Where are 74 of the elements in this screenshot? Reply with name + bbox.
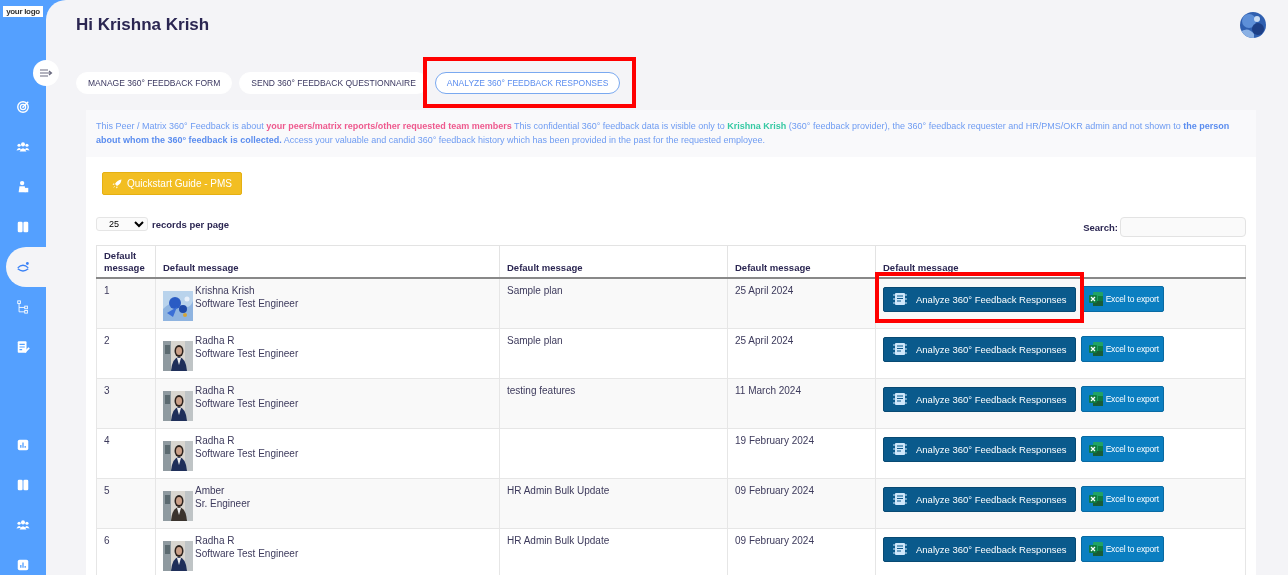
spreadsheet-icon xyxy=(1087,491,1104,507)
employee-name: Radha R xyxy=(195,335,236,348)
report-icon xyxy=(892,541,908,557)
rocket-icon xyxy=(112,178,122,189)
employee-name: Krishna Krish xyxy=(195,285,256,298)
team-icon xyxy=(16,140,30,154)
date-text: 11 March 2024 xyxy=(735,385,801,396)
table-cell: 4 xyxy=(96,428,156,479)
spreadsheet-icon xyxy=(1087,541,1104,557)
excel-export-button[interactable]: Excel to export xyxy=(1080,336,1164,362)
book-icon xyxy=(16,220,30,234)
page-size-select[interactable]: 25 xyxy=(96,217,148,231)
plan-name: HR Admin Bulk Update xyxy=(507,535,610,546)
analyze-button[interactable]: Analyze 360° Feedback Responses xyxy=(883,336,1076,362)
target-icon xyxy=(16,100,30,114)
date-text: 25 April 2024 xyxy=(735,285,794,296)
search-label: Search: xyxy=(1083,221,1118,233)
tab[interactable]: MANAGE 360° FEEDBACK FORM xyxy=(76,72,233,94)
report-icon xyxy=(892,391,908,407)
report-icon xyxy=(892,491,908,507)
tree-icon xyxy=(16,300,30,314)
analyze-button[interactable]: Analyze 360° Feedback Responses xyxy=(883,386,1076,412)
chart-icon xyxy=(16,438,30,452)
info-text: This Peer / Matrix 360° Feedback is about your peers/matrix reports/other requested team members This confidential 360° feedback data is visible only to Krishna Krish (360° feedback provider), the 360° feedback requester and HR/PMS/OKR admin and not shown to the person about whom the 360° feedback is collected. Access your valuable and candid 360° feedback history which has been provided in the past for the requested employee. xyxy=(86,110,1256,157)
chart-icon xyxy=(16,558,30,572)
table-cell: 1 xyxy=(96,278,156,329)
employee-title: Software Test Engineer xyxy=(195,397,299,410)
form-icon xyxy=(16,340,30,354)
spreadsheet-icon xyxy=(1087,441,1104,457)
plan-name: Sample plan xyxy=(507,335,563,346)
employee-name: Radha R xyxy=(195,385,236,398)
book-icon xyxy=(16,478,30,492)
employee-name: Radha R xyxy=(195,435,236,448)
analyze-button[interactable]: Analyze 360° Feedback Responses xyxy=(883,486,1076,512)
date-text: 09 February 2024 xyxy=(735,535,814,546)
excel-export-button[interactable]: Excel to export xyxy=(1080,486,1164,512)
plan-name: testing features xyxy=(507,385,576,396)
analyze-button[interactable]: Analyze 360° Feedback Responses xyxy=(883,536,1076,562)
analyze-button[interactable]: Analyze 360° Feedback Responses xyxy=(883,286,1076,312)
date-text: 25 April 2024 xyxy=(735,335,794,346)
spreadsheet-icon xyxy=(1087,391,1104,407)
excel-export-button[interactable]: Excel to export xyxy=(1080,386,1164,412)
table-cell: 6 xyxy=(96,528,156,575)
cycle-icon xyxy=(16,260,30,274)
employee-title: Software Test Engineer xyxy=(195,447,299,460)
spreadsheet-icon xyxy=(1087,341,1104,357)
excel-export-button[interactable]: Excel to export xyxy=(1080,536,1164,562)
excel-export-button[interactable]: Excel to export xyxy=(1080,436,1164,462)
date-text: 09 February 2024 xyxy=(735,485,814,496)
page-size-label: records per page xyxy=(152,218,230,230)
table-cell: 5 xyxy=(96,478,156,529)
search-field[interactable] xyxy=(1120,217,1246,237)
plan-name: HR Admin Bulk Update xyxy=(507,485,610,496)
greeting-title: Hi Krishna Krish xyxy=(76,15,210,35)
menu-arrow-icon xyxy=(39,68,53,78)
date-text: 19 February 2024 xyxy=(735,435,814,446)
report-icon xyxy=(892,341,908,357)
sidebar-item[interactable] xyxy=(6,247,46,287)
table-cell: 2 xyxy=(96,328,156,379)
employee-title: Software Test Engineer xyxy=(195,347,299,360)
employee-title: Sr. Engineer xyxy=(195,497,251,510)
employee-name: Amber xyxy=(195,485,226,498)
analyze-button[interactable]: Analyze 360° Feedback Responses xyxy=(883,436,1076,462)
plan-name: Sample plan xyxy=(507,285,563,296)
report-icon xyxy=(892,291,908,307)
report-icon xyxy=(892,441,908,457)
employee-name: Radha R xyxy=(195,535,236,548)
person-icon xyxy=(16,180,30,194)
employee-title: Software Test Engineer xyxy=(195,297,299,310)
table-cell: 3 xyxy=(96,378,156,429)
logo: your logo xyxy=(3,6,43,17)
team-icon xyxy=(16,518,30,532)
employee-title: Software Test Engineer xyxy=(195,547,299,560)
spreadsheet-icon xyxy=(1087,291,1104,307)
